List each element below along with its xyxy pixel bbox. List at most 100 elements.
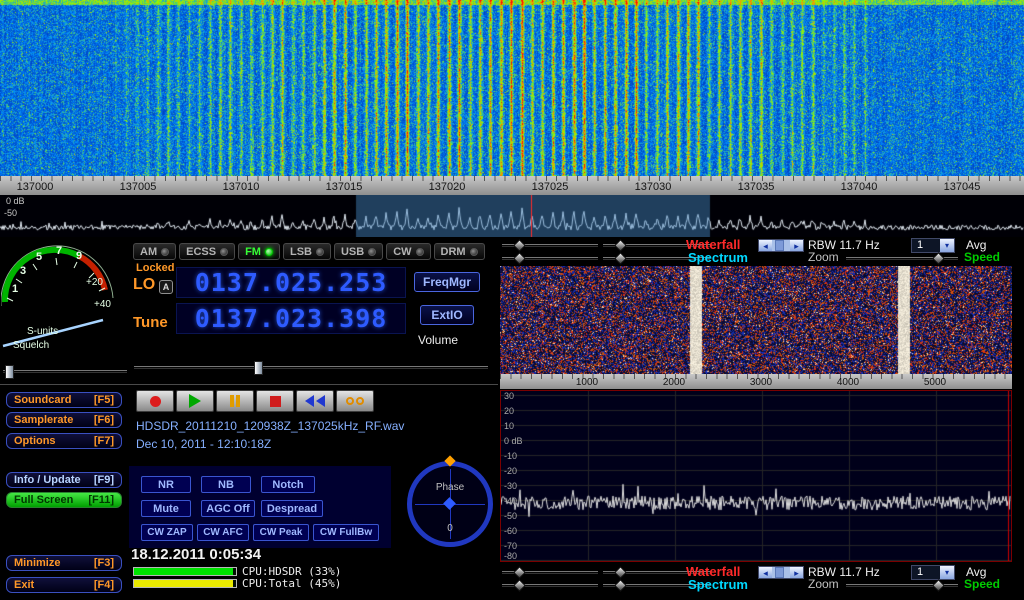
slider-thumb[interactable] bbox=[932, 579, 945, 592]
main-spectrum-display[interactable]: 0 dB -50 bbox=[0, 195, 1024, 237]
db-label-m20: -20 bbox=[504, 467, 517, 476]
mode-button-lsb[interactable]: LSB bbox=[283, 243, 331, 260]
pause-button[interactable] bbox=[216, 390, 254, 412]
right-waterfall-canvas[interactable] bbox=[500, 266, 1012, 374]
samplerate-button[interactable]: Samplerate [F6] bbox=[6, 412, 122, 428]
stop-icon bbox=[270, 396, 281, 407]
zoom-slider-bottom[interactable] bbox=[846, 584, 958, 587]
pan-scrollbar-bottom[interactable]: ◂ ▸ bbox=[758, 566, 804, 579]
scroll-left-button[interactable]: ◂ bbox=[759, 567, 772, 578]
main-waterfall-canvas[interactable] bbox=[0, 0, 1024, 176]
freq-label-137035: 137035 bbox=[738, 181, 775, 193]
slider-thumb[interactable] bbox=[614, 579, 627, 592]
play-button[interactable] bbox=[176, 390, 214, 412]
cw-peak-button[interactable]: CW Peak bbox=[253, 524, 309, 541]
mode-drm-label: DRM bbox=[441, 246, 466, 258]
info-update-button[interactable]: Info / Update [F9] bbox=[6, 472, 122, 488]
scroll-right-button[interactable]: ▸ bbox=[790, 240, 803, 251]
slider-thumb[interactable] bbox=[513, 239, 526, 252]
nr-button[interactable]: NR bbox=[141, 476, 191, 493]
lo-frequency-display[interactable]: 0137.025.253 bbox=[176, 267, 406, 298]
mode-fm-label: FM bbox=[245, 246, 261, 258]
dropdown-arrow-icon[interactable]: ▾ bbox=[940, 239, 954, 252]
cw-afc-button[interactable]: CW AFC bbox=[197, 524, 249, 541]
agc-off-button[interactable]: AGC Off bbox=[201, 500, 255, 517]
notch-button[interactable]: Notch bbox=[261, 476, 315, 493]
cw-peak-label: CW Peak bbox=[260, 527, 303, 538]
spectrum-range-slider-bottom[interactable] bbox=[502, 584, 598, 587]
tune-frequency-display[interactable]: 0137.023.398 bbox=[176, 303, 406, 334]
stop-button[interactable] bbox=[256, 390, 294, 412]
scroll-thumb[interactable] bbox=[775, 567, 784, 578]
db-label-m70: -70 bbox=[504, 542, 517, 551]
soundcard-button[interactable]: Soundcard [F5] bbox=[6, 392, 122, 408]
mode-usb-label: USB bbox=[341, 246, 364, 258]
slider-thumb[interactable] bbox=[614, 566, 627, 579]
slider-thumb[interactable] bbox=[614, 239, 627, 252]
dropdown-arrow-icon[interactable]: ▾ bbox=[940, 566, 954, 579]
volume-slider[interactable] bbox=[134, 366, 488, 369]
loop-button[interactable] bbox=[336, 390, 374, 412]
extio-button[interactable]: ExtIO bbox=[420, 305, 474, 325]
scroll-left-button[interactable]: ◂ bbox=[759, 240, 772, 251]
slider-thumb[interactable] bbox=[932, 252, 945, 265]
cw-fullbw-button[interactable]: CW FullBw bbox=[313, 524, 379, 541]
squelch-slider-thumb[interactable] bbox=[5, 365, 14, 379]
exit-button[interactable]: Exit [F4] bbox=[6, 577, 122, 593]
slider-thumb[interactable] bbox=[513, 566, 526, 579]
mode-button-am[interactable]: AM bbox=[133, 243, 176, 260]
scroll-track[interactable] bbox=[772, 240, 790, 251]
volume-slider-thumb[interactable] bbox=[254, 361, 263, 375]
rewind-icon bbox=[305, 395, 314, 407]
spectrum-label-top: Spectrum bbox=[688, 250, 748, 265]
despread-button[interactable]: Despread bbox=[261, 500, 323, 517]
soundcard-button-key: [F5] bbox=[94, 394, 114, 406]
db-label-0: 0 dB bbox=[504, 437, 523, 446]
af-label-2000: 2000 bbox=[663, 377, 685, 388]
squelch-slider[interactable] bbox=[3, 370, 127, 373]
scroll-right-button[interactable]: ▸ bbox=[790, 567, 803, 578]
nb-button[interactable]: NB bbox=[201, 476, 251, 493]
cw-zap-button[interactable]: CW ZAP bbox=[141, 524, 193, 541]
slider-thumb[interactable] bbox=[513, 579, 526, 592]
options-button[interactable]: Options [F7] bbox=[6, 433, 122, 449]
mode-button-cw[interactable]: CW bbox=[386, 243, 430, 260]
avg-select-top[interactable]: 1 ▾ bbox=[911, 238, 955, 253]
dsp-panel: NR NB Notch Mute AGC Off Despread CW ZAP… bbox=[129, 466, 391, 548]
volume-label: Volume bbox=[418, 333, 458, 347]
zoom-slider-top[interactable] bbox=[846, 257, 958, 260]
waterfall-brightness-slider-top[interactable] bbox=[502, 244, 598, 247]
main-spectrum-canvas[interactable] bbox=[0, 195, 1024, 237]
s-units-label: S-units bbox=[27, 326, 58, 337]
mode-button-usb[interactable]: USB bbox=[334, 243, 383, 260]
spectrum-label-bottom: Spectrum bbox=[688, 577, 748, 592]
slider-thumb[interactable] bbox=[614, 252, 627, 265]
fullscreen-button[interactable]: Full Screen [F11] bbox=[6, 492, 122, 508]
right-spectrum-canvas[interactable] bbox=[501, 391, 1011, 561]
scroll-thumb[interactable] bbox=[775, 240, 784, 251]
record-button[interactable] bbox=[136, 390, 174, 412]
mode-button-fm[interactable]: FM bbox=[238, 243, 280, 260]
mode-button-ecss[interactable]: ECSS bbox=[179, 243, 235, 260]
scroll-track[interactable] bbox=[772, 567, 790, 578]
lo-a-badge[interactable]: A bbox=[159, 280, 173, 294]
play-icon bbox=[189, 394, 201, 408]
mode-usb-led-icon bbox=[368, 248, 376, 256]
slider-thumb[interactable] bbox=[513, 252, 526, 265]
s-meter-label-3: 3 bbox=[20, 265, 26, 277]
af-frequency-scale[interactable]: 1000 2000 3000 4000 5000 bbox=[500, 374, 1012, 389]
spectrum-range-slider-top[interactable] bbox=[502, 257, 598, 260]
avg-select-bottom[interactable]: 1 ▾ bbox=[911, 565, 955, 580]
s-meter-label-9: 9 bbox=[76, 250, 82, 262]
right-spectrum-display[interactable]: 30 20 10 0 dB -10 -20 -30 -40 -50 -60 -7… bbox=[500, 390, 1012, 562]
minimize-button[interactable]: Minimize [F3] bbox=[6, 555, 122, 571]
freqmgr-button[interactable]: FreqMgr bbox=[414, 272, 480, 292]
db-label-m30: -30 bbox=[504, 482, 517, 491]
pan-scrollbar-top[interactable]: ◂ ▸ bbox=[758, 239, 804, 252]
mute-button[interactable]: Mute bbox=[141, 500, 191, 517]
phase-value: 0 bbox=[412, 523, 488, 534]
waterfall-brightness-slider-bottom[interactable] bbox=[502, 571, 598, 574]
frequency-scale[interactable]: 137000 137005 137010 137015 137020 13702… bbox=[0, 176, 1024, 195]
mode-button-drm[interactable]: DRM bbox=[434, 243, 485, 260]
rewind-button[interactable] bbox=[296, 390, 334, 412]
